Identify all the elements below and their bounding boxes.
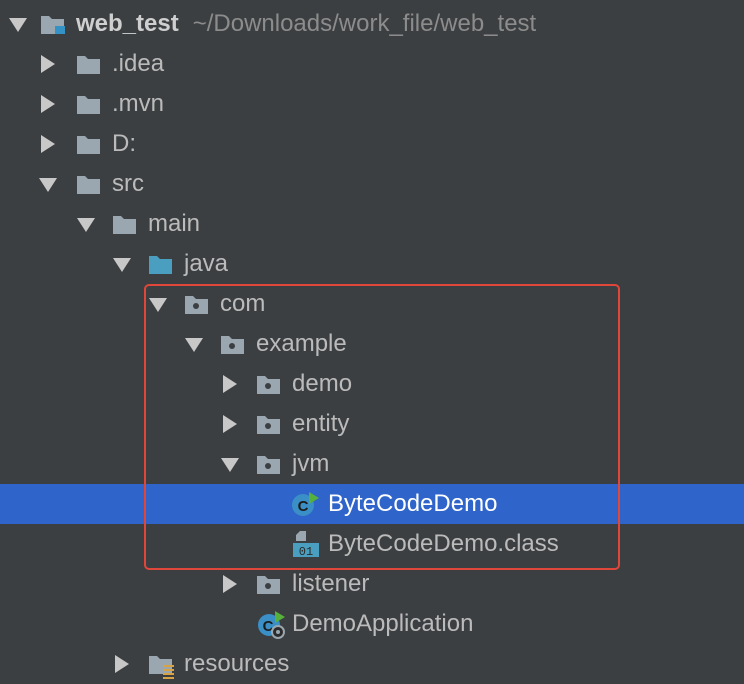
tree-row-src[interactable]: src bbox=[0, 164, 744, 204]
tree-label-jvm: jvm bbox=[292, 450, 330, 477]
tree-label-listener: listener bbox=[292, 570, 370, 597]
tree-row-resources[interactable]: resources bbox=[0, 644, 744, 684]
package-icon bbox=[256, 573, 280, 595]
expanded-arrow-icon[interactable] bbox=[76, 214, 96, 234]
folder-icon bbox=[76, 53, 100, 75]
tree-row-com[interactable]: com bbox=[0, 284, 744, 324]
expanded-arrow-icon[interactable] bbox=[112, 254, 132, 274]
project-path: ~/Downloads/work_file/web_test bbox=[192, 10, 537, 37]
collapsed-arrow-icon[interactable] bbox=[38, 94, 58, 114]
tree-row-listener[interactable]: listener bbox=[0, 564, 744, 604]
svg-text:01: 01 bbox=[299, 545, 313, 558]
resources-folder-icon bbox=[148, 653, 174, 679]
expanded-arrow-icon[interactable] bbox=[38, 174, 58, 194]
tree-label-main: main bbox=[148, 210, 201, 237]
source-folder-icon bbox=[148, 253, 172, 275]
tree-row-main[interactable]: main bbox=[0, 204, 744, 244]
java-class-icon: C bbox=[290, 491, 319, 516]
folder-icon bbox=[76, 173, 100, 195]
collapsed-arrow-icon[interactable] bbox=[112, 654, 132, 674]
spring-boot-class-icon: C bbox=[256, 610, 285, 639]
tree-row-mvn[interactable]: .mvn bbox=[0, 84, 744, 124]
package-icon bbox=[256, 413, 280, 435]
folder-icon bbox=[76, 133, 100, 155]
module-folder-icon bbox=[40, 13, 65, 35]
tree-label-resources: resources bbox=[184, 650, 290, 677]
collapsed-arrow-icon[interactable] bbox=[38, 134, 58, 154]
tree-label-bytecode-demo-class: ByteCodeDemo.class bbox=[328, 530, 559, 557]
folder-icon bbox=[76, 93, 100, 115]
tree-label-src: src bbox=[112, 170, 144, 197]
tree-label-example: example bbox=[256, 330, 347, 357]
tree-row-jvm[interactable]: jvm bbox=[0, 444, 744, 484]
tree-label-com: com bbox=[220, 290, 266, 317]
collapsed-arrow-icon[interactable] bbox=[220, 374, 240, 394]
tree-row-bytecode-demo[interactable]: C ByteCodeDemo bbox=[0, 484, 744, 524]
project-name: web_test bbox=[76, 10, 179, 37]
tree-label-d: D: bbox=[112, 130, 136, 157]
tree-label-demo-application: DemoApplication bbox=[292, 610, 474, 637]
tree-label-entity: entity bbox=[292, 410, 350, 437]
collapsed-arrow-icon[interactable] bbox=[220, 414, 240, 434]
tree-row-bytecode-demo-class[interactable]: 01 ByteCodeDemo.class bbox=[0, 524, 744, 564]
tree-label-idea: .idea bbox=[112, 50, 165, 77]
package-icon bbox=[184, 293, 208, 315]
tree-row-example[interactable]: example bbox=[0, 324, 744, 364]
collapsed-arrow-icon[interactable] bbox=[220, 574, 240, 594]
project-tree: web_test ~/Downloads/work_file/web_test .… bbox=[0, 0, 744, 682]
tree-row-java[interactable]: java bbox=[0, 244, 744, 284]
package-icon bbox=[256, 453, 280, 475]
expanded-arrow-icon[interactable] bbox=[184, 334, 204, 354]
folder-icon bbox=[112, 213, 136, 235]
tree-label-java: java bbox=[184, 250, 229, 277]
tree-row-web-test[interactable]: web_test ~/Downloads/work_file/web_test bbox=[0, 4, 744, 44]
expanded-arrow-icon[interactable] bbox=[220, 454, 240, 474]
tree-row-demo[interactable]: demo bbox=[0, 364, 744, 404]
tree-row-demo-application[interactable]: C DemoApplication bbox=[0, 604, 744, 644]
expanded-arrow-icon[interactable] bbox=[8, 14, 28, 34]
tree-row-entity[interactable]: entity bbox=[0, 404, 744, 444]
package-icon bbox=[256, 373, 280, 395]
tree-row-d[interactable]: D: bbox=[0, 124, 744, 164]
expanded-arrow-icon[interactable] bbox=[148, 294, 168, 314]
tree-label-mvn: .mvn bbox=[112, 90, 165, 117]
tree-label-bytecode-demo: ByteCodeDemo bbox=[328, 490, 498, 517]
package-icon bbox=[220, 333, 244, 355]
collapsed-arrow-icon[interactable] bbox=[38, 54, 58, 74]
svg-text:C: C bbox=[298, 498, 309, 515]
tree-row-idea[interactable]: .idea bbox=[0, 44, 744, 84]
class-file-icon: 01 bbox=[292, 530, 319, 558]
tree-label-demo: demo bbox=[292, 370, 353, 397]
